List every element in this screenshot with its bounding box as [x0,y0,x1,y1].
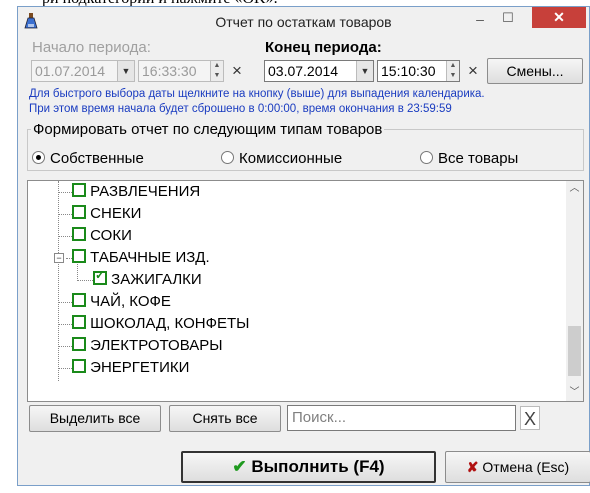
clear-start-button[interactable]: × [230,61,244,81]
checkbox-icon[interactable] [72,315,86,329]
shifts-button[interactable]: Смены... [487,58,583,84]
checkbox-icon[interactable] [72,227,86,241]
cancel-button-label: Отмена (Esc) [482,459,570,475]
tree-line [77,280,93,281]
tree-line [58,236,72,237]
tree-node-label: РАЗВЛЕЧЕНИЯ [90,183,201,200]
chevron-down-icon[interactable]: ▼ [356,61,373,81]
tree-node[interactable]: СНЕКИ [72,205,141,227]
deselect-all-button[interactable]: Снять все [169,405,281,432]
tree-node-label: СНЕКИ [90,205,142,222]
start-date-combo: 01.07.2014 ▼ [31,60,135,82]
tree-node[interactable]: − ТАБАЧНЫЕ ИЗД. [54,249,210,271]
radio-all-label: Все товары [438,150,519,167]
end-time-field[interactable]: 15:10:30 ▲ ▼ [377,60,460,82]
end-time-spinner[interactable]: ▲ ▼ [446,61,459,81]
minimize-button[interactable]: – [470,12,490,27]
tree-line [58,214,72,215]
product-type-group-title: Формировать отчет по следующим типам тов… [31,121,385,138]
end-date-combo[interactable]: 03.07.2014 ▼ [264,60,374,82]
spin-up-icon: ▲ [213,62,221,69]
report-dialog: Отчет по остаткам товаров – ☐ ✕ Начало п… [17,6,590,486]
spin-down-icon[interactable]: ▼ [447,71,459,81]
checkbox-icon[interactable] [72,205,86,219]
tree-line [58,368,72,369]
date-hint: Для быстрого выбора даты щелкните на кно… [29,87,584,117]
radio-commission[interactable]: Комиссионные [221,150,342,167]
close-button[interactable]: ✕ [532,7,586,28]
end-time-value: 15:10:30 [381,63,436,79]
start-time-field: 16:33:30 ▲ ▼ [138,60,224,82]
clear-search-button[interactable]: X [520,406,540,430]
checkmark-icon: ✔ [232,457,247,476]
radio-empty-icon[interactable] [420,151,433,164]
checkbox-icon[interactable] [72,183,86,197]
tree-node[interactable]: РАЗВЛЕЧЕНИЯ [72,183,200,205]
tree-node[interactable]: СОКИ [72,227,132,249]
tree-line [58,181,59,381]
tree-node[interactable]: ШОКОЛАД, КОНФЕТЫ [72,315,249,337]
radio-own[interactable]: Собственные [32,150,144,167]
tree-node-label: ЧАЙ, КОФЕ [90,293,171,310]
tree-line [58,324,72,325]
scroll-up-icon[interactable]: ︿ [566,181,583,197]
tree-line [58,192,72,193]
tree-node-label: ЭЛЕКТРОТОВАРЫ [90,337,223,354]
cancel-button[interactable]: ✘ Отмена (Esc) [445,451,590,483]
spin-down-icon: ▼ [213,72,221,79]
tree-node-label: ЭНЕРГЕТИКИ [90,359,190,376]
tree-node-label: СОКИ [90,227,132,244]
radio-commission-label: Комиссионные [239,150,343,167]
spin-up-icon[interactable]: ▲ [447,61,459,71]
radio-empty-icon[interactable] [221,151,234,164]
tree-scrollbar[interactable]: ︿ ﹀ [566,181,583,401]
scrollbar-thumb[interactable] [568,326,581,376]
checkbox-icon[interactable] [72,293,86,307]
tree-node[interactable]: ЭЛЕКТРОТОВАРЫ [72,337,223,359]
tree-node[interactable]: ЧАЙ, КОФЕ [72,293,171,315]
hint-line: При этом время начала будет сброшено в 0… [29,103,452,115]
category-tree[interactable]: РАЗВЛЕЧЕНИЯ СНЕКИ СОКИ − ТАБАЧНЫЕ ИЗД. З… [27,180,584,402]
checkbox-icon[interactable] [72,359,86,373]
checkbox-checked-icon[interactable] [93,268,107,285]
end-date-value: 03.07.2014 [268,63,339,79]
radio-all[interactable]: Все товары [420,150,518,167]
tree-line [58,302,72,303]
checkbox-icon[interactable] [72,337,86,351]
radio-own-label: Собственные [50,150,144,167]
select-all-button[interactable]: Выделить все [29,405,161,432]
tree-node-label: ШОКОЛАД, КОНФЕТЫ [90,315,250,332]
collapse-icon[interactable]: − [54,253,64,263]
clear-end-button[interactable]: × [466,61,480,81]
radio-selected-icon[interactable] [32,151,45,164]
start-time-spinner: ▲ ▼ [210,61,223,81]
start-time-value: 16:33:30 [142,63,197,79]
hint-line: Для быстрого выбора даты щелкните на кно… [29,88,485,100]
tree-line [58,346,72,347]
maximize-button[interactable]: ☐ [498,10,518,26]
chevron-down-icon: ▼ [117,61,134,81]
cross-icon: ✘ [466,459,479,475]
scroll-down-icon[interactable]: ﹀ [566,385,583,401]
search-input[interactable]: Поиск... [287,405,516,431]
run-button-label: Выполнить (F4) [251,457,385,476]
tree-node[interactable]: ЭНЕРГЕТИКИ [72,359,189,381]
start-period-label: Начало периода: [32,39,151,56]
tree-node-label: ЗАЖИГАЛКИ [111,271,202,288]
title-bar: Отчет по остаткам товаров – ☐ ✕ [18,7,589,35]
checkbox-icon[interactable] [72,249,86,263]
start-date-value: 01.07.2014 [35,63,106,79]
run-button[interactable]: ✔ Выполнить (F4) [181,451,436,483]
tree-node-label: ТАБАЧНЫЕ ИЗД. [90,249,210,266]
end-period-label: Конец периода: [265,39,382,56]
tree-node[interactable]: ЗАЖИГАЛКИ [93,268,202,293]
